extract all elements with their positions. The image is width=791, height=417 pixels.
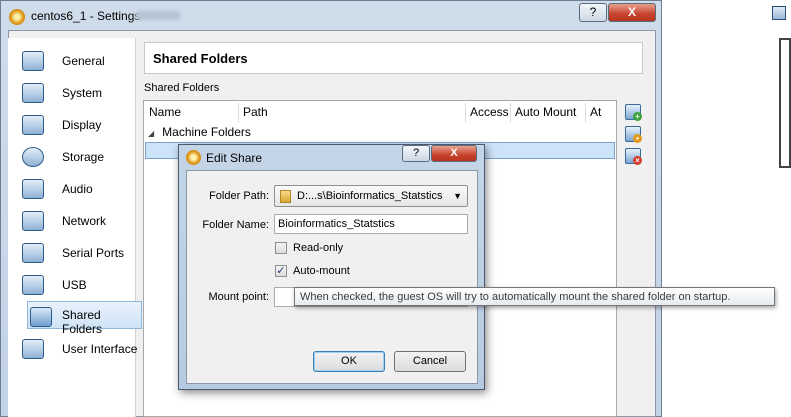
- mount-point-label: Mount point:: [208, 291, 269, 303]
- read-only-label[interactable]: Read-only: [293, 242, 343, 254]
- tree-node-label: Machine Folders: [162, 125, 251, 139]
- sidebar-item-general[interactable]: General: [18, 46, 144, 74]
- column-divider: [238, 103, 239, 123]
- plus-icon: +: [633, 112, 642, 121]
- add-shared-folder-button[interactable]: +: [625, 104, 642, 121]
- edit-shared-folder-button[interactable]: •: [625, 126, 642, 143]
- sidebar-item-label: Storage: [62, 150, 105, 164]
- page-title-box: Shared Folders: [144, 42, 643, 74]
- window-title: centos6_1 - Settings: [31, 9, 141, 23]
- chip-icon: [22, 83, 44, 103]
- page-title: Shared Folders: [153, 51, 248, 66]
- folder-icon: [30, 307, 52, 327]
- column-header-name[interactable]: Name: [149, 105, 181, 119]
- serial-port-icon: [22, 243, 44, 263]
- expand-arrow-icon[interactable]: ◢: [148, 129, 154, 138]
- read-only-checkbox[interactable]: [275, 242, 287, 254]
- virtualbox-icon: [9, 9, 25, 25]
- network-icon: [22, 211, 44, 231]
- column-header-auto-mount[interactable]: Auto Mount: [515, 105, 576, 119]
- sidebar-item-label: Display: [62, 118, 102, 132]
- sidebar-item-user-interface[interactable]: User Interface: [18, 334, 144, 362]
- cancel-button[interactable]: Cancel: [394, 351, 466, 372]
- sidebar-item-network[interactable]: Network: [18, 206, 144, 234]
- title-bar: centos6_1 - Settings ? X: [1, 1, 661, 31]
- dialog-help-button[interactable]: ?: [402, 145, 430, 162]
- column-header-at[interactable]: At: [590, 105, 601, 119]
- folder-icon: [280, 190, 291, 203]
- sidebar-item-audio[interactable]: Audio: [18, 174, 144, 202]
- remove-shared-folder-button[interactable]: ×: [625, 148, 642, 165]
- sidebar-item-storage[interactable]: Storage: [18, 142, 144, 170]
- window-icon: [22, 339, 44, 359]
- sidebar-item-label: General: [62, 54, 105, 68]
- remove-icon: ×: [633, 156, 642, 165]
- settings-sidebar: General System Display Storage Audio Net…: [8, 38, 142, 417]
- monitor-icon: [22, 51, 44, 71]
- folder-path-select[interactable]: D:...s\Bioinformatics_Statstics ▼: [274, 185, 468, 207]
- sidebar-item-system[interactable]: System: [18, 78, 144, 106]
- disk-icon: [22, 147, 44, 167]
- virtualbox-icon: [186, 150, 201, 165]
- help-button[interactable]: ?: [579, 3, 607, 22]
- sidebar-item-label: USB: [62, 278, 87, 292]
- window-icon: [772, 6, 786, 20]
- tree-node-machine-folders[interactable]: ◢ Machine Folders: [148, 125, 251, 139]
- column-divider: [465, 103, 466, 123]
- column-divider: [585, 103, 586, 123]
- sidebar-item-serial-ports[interactable]: Serial Ports: [18, 238, 144, 266]
- dialog-close-button[interactable]: X: [431, 145, 477, 162]
- sidebar-item-display[interactable]: Display: [18, 110, 144, 138]
- blurred-title-text: [135, 11, 181, 20]
- group-label: Shared Folders: [144, 82, 220, 94]
- auto-mount-checkbox[interactable]: ✓: [275, 265, 287, 277]
- folder-name-label: Folder Name:: [202, 219, 269, 231]
- chevron-down-icon: ▼: [453, 191, 462, 201]
- edit-share-dialog: Edit Share ? X Folder Path: D:...s\Bioin…: [178, 144, 485, 390]
- sidebar-item-label: System: [62, 86, 103, 100]
- ok-button[interactable]: OK: [313, 351, 385, 372]
- sidebar-item-label: Shared Folders: [62, 308, 103, 336]
- sidebar-item-label: Serial Ports: [62, 246, 125, 260]
- auto-mount-tooltip: When checked, the guest OS will try to a…: [294, 287, 775, 306]
- usb-icon: [22, 275, 44, 295]
- edit-icon: •: [633, 134, 642, 143]
- display-icon: [22, 115, 44, 135]
- sidebar-item-shared-folders[interactable]: Shared Folders: [27, 301, 142, 336]
- dialog-title: Edit Share: [206, 151, 263, 165]
- auto-mount-label[interactable]: Auto-mount: [293, 265, 350, 277]
- column-header-access[interactable]: Access: [470, 105, 509, 119]
- speaker-icon: [22, 179, 44, 199]
- sidebar-item-label: Network: [62, 214, 107, 228]
- close-button[interactable]: X: [608, 3, 656, 22]
- dialog-body: Folder Path: D:...s\Bioinformatics_Stats…: [186, 170, 478, 384]
- sidebar-item-label: User Interface: [62, 342, 138, 356]
- folder-path-label: Folder Path:: [209, 190, 269, 202]
- column-divider: [510, 103, 511, 123]
- folder-path-value: D:...s\Bioinformatics_Statstics: [297, 190, 443, 202]
- column-header-path[interactable]: Path: [243, 105, 268, 119]
- folder-name-field[interactable]: Bioinformatics_Statstics: [274, 214, 468, 234]
- background-panel: [779, 38, 791, 168]
- sidebar-item-label: Audio: [62, 182, 93, 196]
- sidebar-item-usb[interactable]: USB: [18, 270, 144, 298]
